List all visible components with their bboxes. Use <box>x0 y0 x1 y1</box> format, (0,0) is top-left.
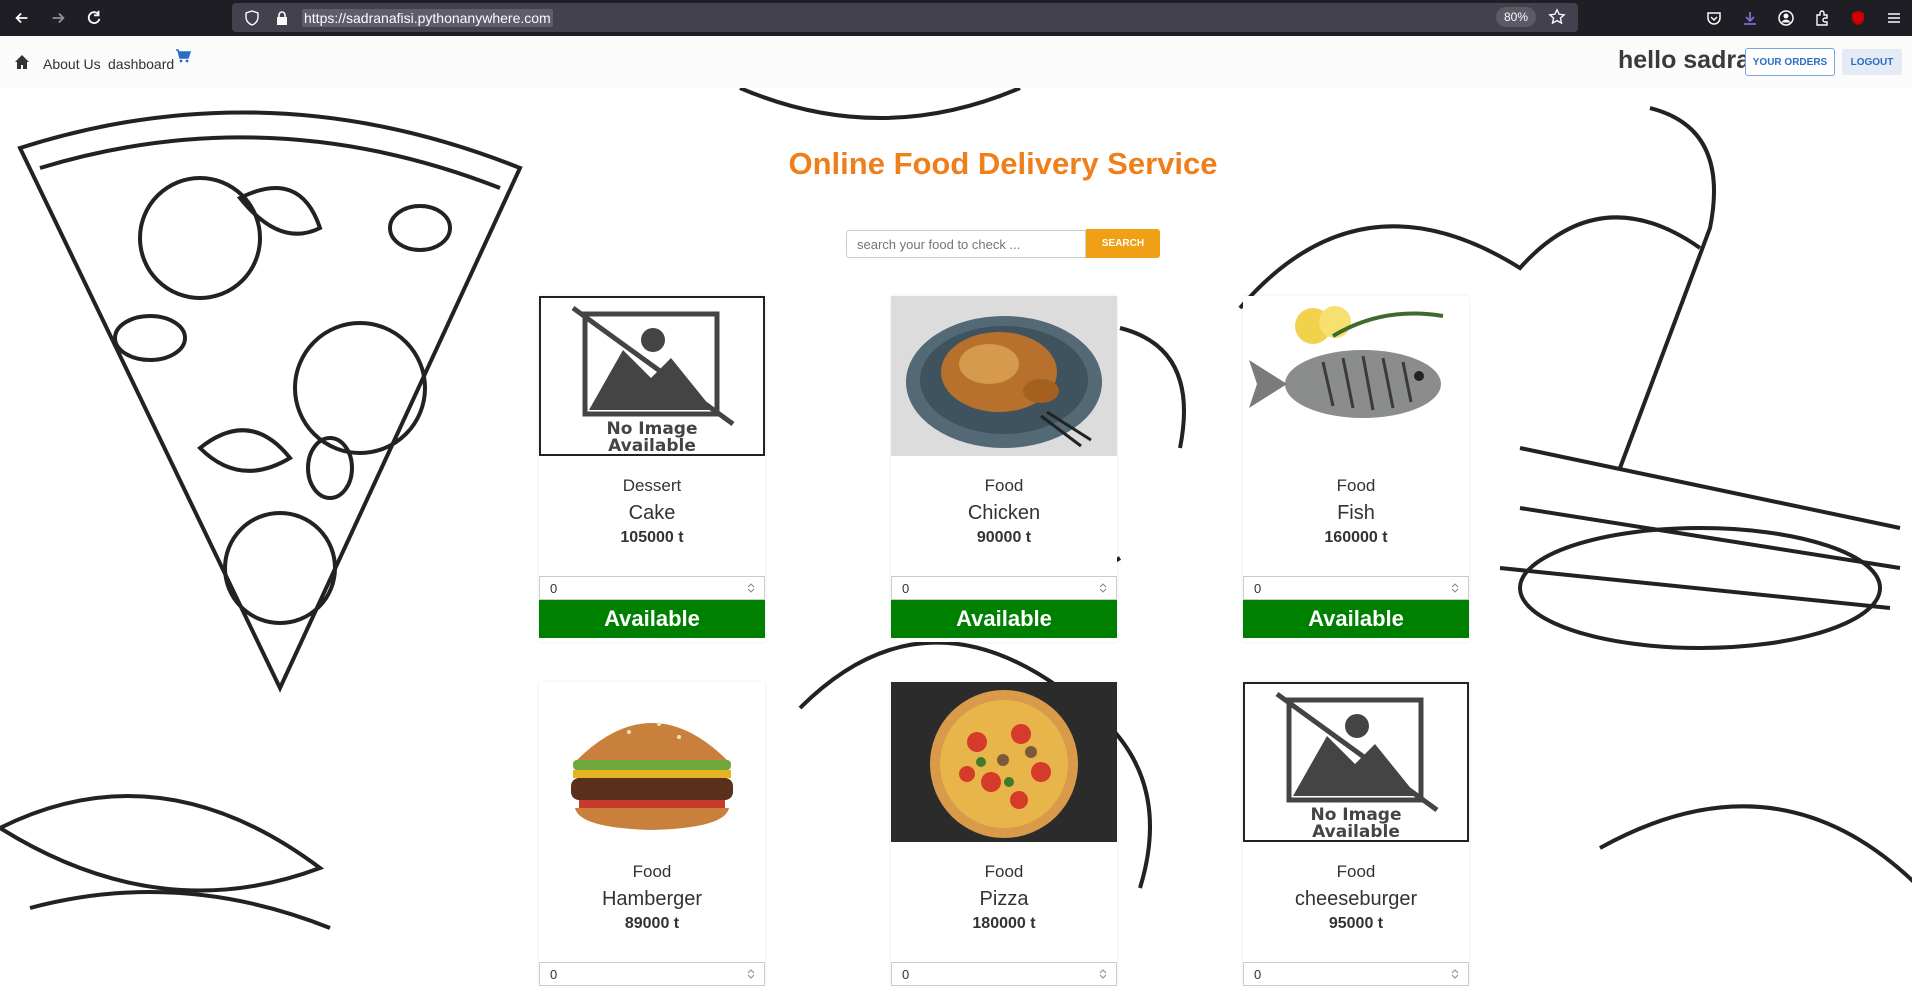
chicken-image <box>891 296 1117 456</box>
quantity-input[interactable]: 0 <box>539 576 765 600</box>
account-icon[interactable] <box>1776 8 1796 28</box>
logout-button[interactable]: LOGOUT <box>1842 49 1902 75</box>
item-category: Food <box>1336 476 1376 495</box>
quantity-value: 0 <box>550 580 558 596</box>
no-image-placeholder: No Image Available <box>539 296 765 456</box>
availability-status[interactable]: Available <box>891 600 1117 638</box>
quantity-input[interactable]: 0 <box>891 576 1117 600</box>
nav-dashboard-link[interactable]: dashboard <box>108 56 174 72</box>
spinner-icon[interactable] <box>1450 582 1460 594</box>
user-greeting: hello sadra <box>1618 46 1750 74</box>
no-image-icon: No Image Available <box>1275 691 1439 842</box>
pizza-image <box>891 682 1117 842</box>
no-image-line2: Available <box>608 436 696 454</box>
quantity-input[interactable]: 0 <box>1243 576 1469 600</box>
item-category: Dessert <box>622 476 682 495</box>
spinner-icon[interactable] <box>1098 968 1108 980</box>
item-price: 95000 t <box>1328 915 1384 932</box>
site-navbar: About Us dashboard hello sadra YOUR ORDE… <box>0 36 1912 88</box>
no-image-placeholder: No Image Available <box>1243 682 1469 842</box>
quantity-input[interactable]: 0 <box>891 962 1117 986</box>
reload-icon <box>87 10 101 24</box>
availability-status[interactable]: Available <box>539 600 765 638</box>
downloads-icon[interactable] <box>1740 8 1760 28</box>
bookmark-star-icon[interactable] <box>1548 8 1566 31</box>
quantity-input[interactable]: 0 <box>1243 962 1469 986</box>
quantity-value: 0 <box>550 966 558 982</box>
item-category: Food <box>984 476 1024 495</box>
burger-image <box>539 682 765 842</box>
item-name: Cake <box>628 502 676 524</box>
url-bar[interactable]: https://sadranafisi.pythonanywhere.com 8… <box>232 3 1578 32</box>
shield-icon[interactable] <box>242 8 262 28</box>
item-name: Hamberger <box>601 888 703 910</box>
quantity-value: 0 <box>1254 580 1262 596</box>
ublock-icon[interactable] <box>1848 8 1868 28</box>
search-input[interactable] <box>846 230 1086 258</box>
nav-about-link[interactable]: About Us <box>43 56 101 72</box>
zoom-level[interactable]: 80% <box>1495 7 1536 27</box>
spinner-icon[interactable] <box>746 968 756 980</box>
item-price: 180000 t <box>972 915 1036 932</box>
item-price: 89000 t <box>624 915 680 932</box>
item-name: cheeseburger <box>1294 888 1418 910</box>
product-card: No Image Available Dessert Cake 105000 t… <box>539 296 765 642</box>
spinner-icon[interactable] <box>1098 582 1108 594</box>
product-card: No Image Available Food cheeseburger 950… <box>1243 682 1469 987</box>
item-category: Food <box>984 862 1024 881</box>
search-button[interactable]: SEARCH <box>1086 229 1160 258</box>
quantity-input[interactable]: 0 <box>539 962 765 986</box>
item-price: 160000 t <box>1324 529 1388 546</box>
menu-icon[interactable] <box>1884 8 1904 28</box>
arrow-right-icon <box>52 12 65 24</box>
quantity-value: 0 <box>1254 966 1262 982</box>
page-title: Online Food Delivery Service <box>788 146 1218 181</box>
item-category: Food <box>1336 862 1376 881</box>
quantity-value: 0 <box>902 580 910 596</box>
item-name: Chicken <box>967 502 1041 524</box>
toolbar-icons <box>1704 8 1904 28</box>
forward-button[interactable] <box>44 4 72 32</box>
browser-toolbar: https://sadranafisi.pythonanywhere.com 8… <box>0 0 1912 36</box>
product-card: Food Chicken 90000 t 0 Available <box>891 296 1117 642</box>
no-image-icon: No Image Available <box>571 305 735 456</box>
item-category: Food <box>632 862 672 881</box>
spinner-icon[interactable] <box>1450 968 1460 980</box>
extensions-icon[interactable] <box>1812 8 1832 28</box>
home-icon[interactable] <box>14 54 32 72</box>
product-card: Food Pizza 180000 t 0 <box>891 682 1117 987</box>
spinner-icon[interactable] <box>746 582 756 594</box>
no-image-line2: Available <box>1312 822 1400 840</box>
product-card: Food Hamberger 89000 t 0 <box>539 682 765 987</box>
cart-icon[interactable] <box>175 48 192 64</box>
item-name: Fish <box>1337 502 1375 524</box>
item-price: 105000 t <box>620 529 684 546</box>
product-card: Food Fish 160000 t 0 Available <box>1243 296 1469 642</box>
item-price: 90000 t <box>976 529 1032 546</box>
your-orders-button[interactable]: YOUR ORDERS <box>1745 48 1835 76</box>
pocket-icon[interactable] <box>1704 8 1724 28</box>
lock-icon[interactable] <box>272 8 292 28</box>
availability-status[interactable]: Available <box>1243 600 1469 638</box>
arrow-left-icon <box>15 12 28 24</box>
reload-button[interactable] <box>80 4 108 32</box>
fish-image <box>1243 296 1469 456</box>
back-button[interactable] <box>8 4 36 32</box>
url-text[interactable]: https://sadranafisi.pythonanywhere.com <box>302 8 553 27</box>
item-name: Pizza <box>979 888 1029 910</box>
quantity-value: 0 <box>902 966 910 982</box>
